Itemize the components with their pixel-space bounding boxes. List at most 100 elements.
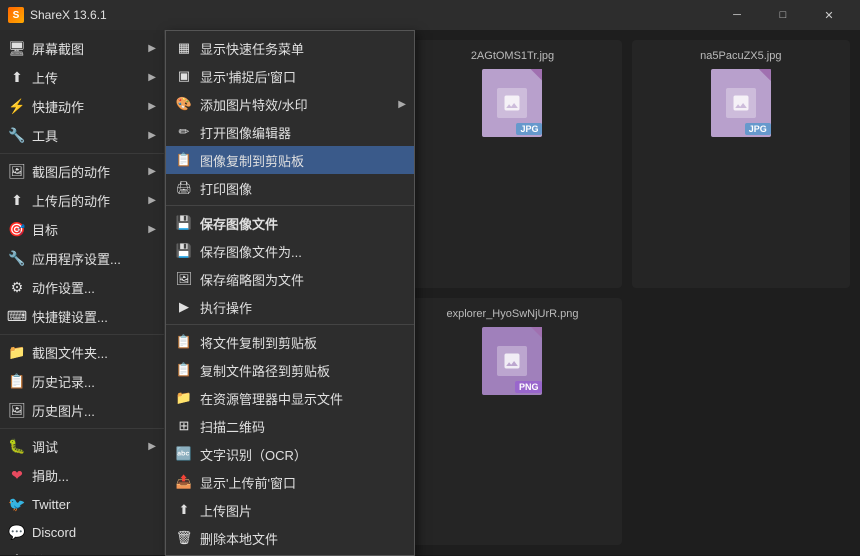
tools-icon: 🔧 [8,127,26,145]
file-icon-4: PNG [477,326,547,396]
arrow-icon-afterupload: ▶ [148,195,156,206]
ctx-deletefile[interactable]: 🗑 删除本地文件 [166,524,414,552]
sidebar-item-history[interactable]: 📋 历史记录... [0,367,164,396]
showquick-icon: ▦ [174,38,194,58]
actionsettings-icon: ⚙ [8,279,26,297]
donate-icon: ❤ [8,467,26,485]
arrow-icon-aftershot: ▶ [148,166,156,177]
ctx-label-deletefile: 删除本地文件 [200,529,406,548]
sidebar-item-shotfolder[interactable]: 📁 截图文件夹... [0,338,164,367]
maximize-button[interactable]: □ [760,0,806,30]
ctx-label-ocr: 文字识别（OCR） [200,445,406,464]
sidebar-item-twitter[interactable]: 🐦 Twitter [0,490,164,518]
sidebar-label-screenshot: 屏幕截图 [32,39,148,58]
execute-icon: ▶ [174,297,194,317]
ctx-showcapture[interactable]: ▣ 显示'捕捉后'窗口 [166,62,414,90]
arrow-icon-target: ▶ [148,224,156,235]
sidebar-label-hotkeys: 快捷键设置... [32,307,156,326]
savethumb-icon: 🖼 [174,269,194,289]
file-name-4: explorer_HyoSwNjUrR.png [446,308,578,320]
ocr-icon: 🔤 [174,444,194,464]
ctx-execute[interactable]: ▶ 执行操作 [166,293,414,321]
sidebar-item-appsettings[interactable]: 🔧 应用程序设置... [0,244,164,273]
debug-icon: 🐛 [8,438,26,456]
sidebar-label-upload: 上传 [32,68,148,87]
file-card-4[interactable]: explorer_HyoSwNjUrR.png PNG [403,298,621,546]
target-icon: 🎯 [8,221,26,239]
addeffects-icon: 🎨 [174,94,194,114]
ctx-showquick[interactable]: ▦ 显示快速任务菜单 [166,34,414,62]
history-icon: 📋 [8,373,26,391]
sidebar-item-actionsettings[interactable]: ⚙ 动作设置... [0,273,164,302]
ctx-showexplorer[interactable]: 📁 在资源管理器中显示文件 [166,384,414,412]
close-button[interactable]: ✕ [806,0,852,30]
sidebar-item-aftershot[interactable]: 🖼 截图后的动作 ▶ [0,157,164,186]
ctx-ocr[interactable]: 🔤 文字识别（OCR） [166,440,414,468]
file-card-2[interactable]: na5PacuZX5.jpg JPG [632,40,850,288]
sidebar-item-quickaction[interactable]: ⚡ 快捷动作 ▶ [0,92,164,121]
afterupload-icon: ⬆ [8,192,26,210]
sidebar-item-hotkeys[interactable]: ⌨ 快捷键设置... [0,302,164,331]
sidebar-label-discord: Discord [32,525,156,540]
sidebar-item-discord[interactable]: 💬 Discord [0,518,164,546]
ctx-label-savethumb: 保存缩略图为文件 [200,270,406,289]
ctx-sep-2 [166,324,414,325]
ctx-label-saveas: 保存图像文件为... [200,242,406,261]
ctx-uploadimg[interactable]: ⬆ 上传图片 [166,496,414,524]
ctx-label-showquick: 显示快速任务菜单 [200,39,406,58]
sidebar-label-afterupload: 上传后的动作 [32,191,148,210]
ctx-label-savefile: 保存图像文件 [200,214,406,233]
ctx-label-showupload: 显示'上传前'窗口 [200,473,406,492]
sidebar-label-historyimg: 历史图片... [32,401,156,420]
file-badge-4: PNG [515,381,543,393]
file-badge-2: JPG [745,123,771,135]
ctx-label-addeffects: 添加图片特效/水印 [200,95,398,114]
showupload-icon: 📤 [174,472,194,492]
sidebar-label-quickaction: 快捷动作 [32,97,148,116]
ctx-copyfile[interactable]: 📋 将文件复制到剪贴板 [166,328,414,356]
sidebar-item-target[interactable]: 🎯 目标 ▶ [0,215,164,244]
sidebar-item-afterupload[interactable]: ⬆ 上传后的动作 ▶ [0,186,164,215]
arrow-icon-upload: ▶ [148,72,156,83]
sidebar-item-screenshot[interactable]: 🖥 屏幕截图 ▶ [0,34,164,63]
ctx-label-qrcode: 扫描二维码 [200,417,406,436]
sidebar-label-twitter: Twitter [32,497,156,512]
ctx-copypath[interactable]: 📋 复制文件路径到剪贴板 [166,356,414,384]
discord-icon: 💬 [8,523,26,541]
ctx-label-openeditor: 打开图像编辑器 [200,123,406,142]
showcapture-icon: ▣ [174,66,194,86]
ctx-showupload[interactable]: 📤 显示'上传前'窗口 [166,468,414,496]
ctx-qrcode[interactable]: ⊞ 扫描二维码 [166,412,414,440]
print-icon: 🖨 [174,178,194,198]
file-card-1[interactable]: 2AGtOMS1Tr.jpg JPG [403,40,621,288]
ctx-label-copyfile: 将文件复制到剪贴板 [200,333,406,352]
sidebar-item-debug[interactable]: 🐛 调试 ▶ [0,432,164,461]
ctx-addeffects[interactable]: 🎨 添加图片特效/水印 ▶ [166,90,414,118]
ctx-label-copypath: 复制文件路径到剪贴板 [200,361,406,380]
ctx-savefile[interactable]: 💾 保存图像文件 [166,209,414,237]
sidebar-item-tools[interactable]: 🔧 工具 ▶ [0,121,164,150]
sidebar-item-upload[interactable]: ⬆ 上传 ▶ [0,63,164,92]
showexplorer-icon: 📁 [174,388,194,408]
ctx-label-copyclipboard: 图像复制到剪贴板 [200,151,406,170]
sidebar-item-historyimg[interactable]: 🖼 历史图片... [0,396,164,425]
minimize-button[interactable]: ─ [714,0,760,30]
screenshot-icon: 🖥 [8,40,26,58]
ctx-print[interactable]: 🖨 打印图像 [166,174,414,202]
ctx-openeditor[interactable]: ✏ 打开图像编辑器 [166,118,414,146]
file-badge-1: JPG [516,123,542,135]
sidebar-item-donate[interactable]: ❤ 捐助... [0,461,164,490]
separator-3 [0,428,164,429]
ctx-label-showexplorer: 在资源管理器中显示文件 [200,389,406,408]
copyfile-icon: 📋 [174,332,194,352]
upload-icon: ⬆ [8,69,26,87]
ctx-copyclipboard[interactable]: 📋 图像复制到剪贴板 [166,146,414,174]
ctx-saveas[interactable]: 💾 保存图像文件为... [166,237,414,265]
sidebar-label-appsettings: 应用程序设置... [32,249,156,268]
sidebar-item-about[interactable]: ℹ 关于... [0,546,164,555]
sidebar-label-about: 关于... [32,551,156,555]
historyimg-icon: 🖼 [8,402,26,420]
ctx-savethumb[interactable]: 🖼 保存缩略图为文件 [166,265,414,293]
arrow-icon-quickaction: ▶ [148,101,156,112]
openeditor-icon: ✏ [174,122,194,142]
